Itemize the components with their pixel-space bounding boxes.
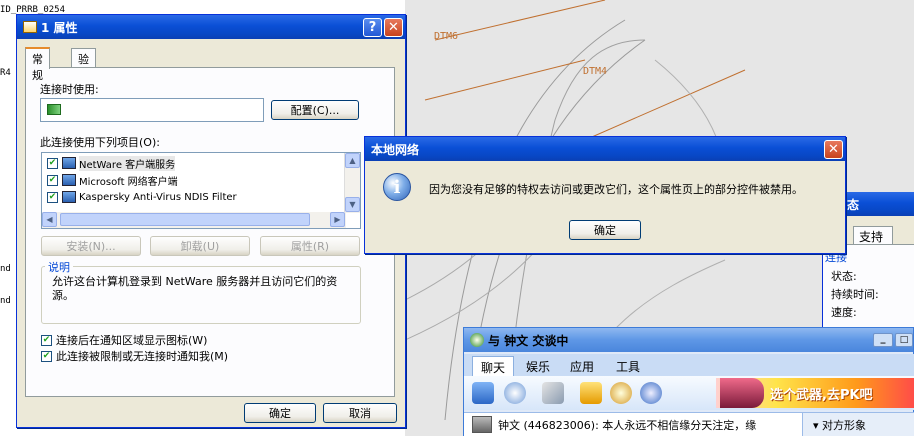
connection-properties-dialog: 1 属性 ? ✕ 常规 验证 连接时使用: 配置(C)... 此连接使用下列项目… xyxy=(16,14,406,428)
chat-message-row: 钟文 (446823006): 本人永远不相信缘分天注定，缘 ▾ 对方形象 xyxy=(464,412,914,436)
tab-authentication[interactable]: 验证 xyxy=(71,48,96,82)
scroll-right-icon[interactable]: ▶ xyxy=(330,212,345,227)
list-item[interactable]: ✔ NetWare 客户端服务 xyxy=(47,155,176,171)
uninstall-button[interactable]: 卸载(U) xyxy=(150,236,250,256)
show-icon-option[interactable]: ✔ 连接后在通知区域显示图标(W) xyxy=(41,332,207,348)
background-text: nd xyxy=(0,296,11,306)
notify-option[interactable]: ✔ 此连接被限制或无连接时通知我(M) xyxy=(41,348,228,364)
background-text: R4 xyxy=(0,68,11,78)
add-friend-icon[interactable] xyxy=(610,382,632,404)
network-adapter-icon xyxy=(47,104,61,115)
checkbox-icon[interactable]: ✔ xyxy=(47,174,58,186)
send-file-icon[interactable] xyxy=(542,382,564,404)
tab-apps[interactable]: 应用 xyxy=(562,356,602,376)
adapter-field xyxy=(40,98,264,122)
filter-driver-icon xyxy=(62,191,76,203)
background-text: nd xyxy=(0,264,11,274)
close-icon[interactable]: ✕ xyxy=(384,17,403,37)
status-field-label: 状态: xyxy=(831,270,857,283)
maximize-icon[interactable]: □ xyxy=(895,333,913,347)
horizontal-scrollbar[interactable]: ◀ ▶ xyxy=(42,212,346,228)
checkbox-icon[interactable]: ✔ xyxy=(47,157,58,169)
msg-ok-button[interactable]: 确定 xyxy=(569,220,641,240)
list-item-label: Microsoft 网络客户端 xyxy=(79,176,178,188)
tab-chat[interactable]: 聊天 xyxy=(472,356,515,376)
configure-button[interactable]: 配置(C)... xyxy=(271,100,359,120)
props-title-bar[interactable]: 1 属性 ? ✕ xyxy=(17,15,405,39)
description-text: 允许这台计算机登录到 NetWare 服务器并且访问它们的资源。 xyxy=(52,275,338,302)
vertical-scrollbar[interactable]: ▲ ▼ xyxy=(344,153,360,213)
notify-label: 此连接被限制或无连接时通知我(M) xyxy=(56,350,229,363)
police-icon[interactable] xyxy=(640,382,662,404)
cancel-button[interactable]: 取消 xyxy=(323,403,397,423)
show-icon-label: 连接后在通知区域显示图标(W) xyxy=(56,334,208,347)
checkbox-icon[interactable]: ✔ xyxy=(41,350,52,362)
chat-title: 与 钟文 交谈中 xyxy=(488,333,569,348)
video-chat-icon[interactable] xyxy=(472,382,494,404)
description-title: 说明 xyxy=(45,259,73,275)
checkbox-icon[interactable]: ✔ xyxy=(41,334,52,346)
tab-tools[interactable]: 工具 xyxy=(608,356,648,376)
webcam-icon[interactable] xyxy=(504,382,526,404)
network-client-icon xyxy=(62,174,76,186)
banner-text: 选个武器,去PK吧 xyxy=(770,387,873,403)
anime-character-image xyxy=(720,378,764,408)
close-icon[interactable]: ✕ xyxy=(824,139,843,159)
scroll-thumb[interactable] xyxy=(60,213,310,226)
tab-entertainment[interactable]: 娱乐 xyxy=(518,356,558,376)
minimize-icon[interactable]: _ xyxy=(873,333,893,347)
partner-image-label: 对方形象 xyxy=(822,419,867,432)
chat-title-bar[interactable]: 与 钟文 交谈中 _ □ xyxy=(464,328,913,352)
chat-message-text: 钟文 (446823006): 本人永远不相信缘分天注定，缘 xyxy=(498,419,757,432)
list-item-label: Kaspersky Anti-Virus NDIS Filter xyxy=(79,191,237,203)
props-title: 1 属性 xyxy=(41,20,78,35)
game-ad-banner[interactable]: 选个武器,去PK吧 xyxy=(716,378,914,408)
msg-title-bar[interactable]: 本地网络 ✕ xyxy=(365,137,845,161)
network-client-icon xyxy=(62,157,76,169)
chat-tabs: 聊天 娱乐 应用 工具 xyxy=(464,354,914,376)
tab-general[interactable]: 常规 xyxy=(25,47,50,82)
local-network-message-box: 本地网络 ✕ i 因为您没有足够的特权去访问或更改它们，这个属性页上的部分控件被… xyxy=(364,136,846,254)
avatar xyxy=(472,416,492,433)
scroll-down-icon[interactable]: ▼ xyxy=(345,197,360,212)
tab-support[interactable]: 支持 xyxy=(853,226,893,245)
properties-button[interactable]: 属性(R) xyxy=(260,236,360,256)
ok-button[interactable]: 确定 xyxy=(244,403,316,423)
dropdown-arrow-icon: ▾ xyxy=(813,419,823,432)
qq-logo-icon xyxy=(470,333,484,347)
chat-window: 与 钟文 交谈中 _ □ 聊天 娱乐 应用 工具 选个武器,去PK吧 钟文 (4… xyxy=(463,327,914,436)
msg-title: 本地网络 xyxy=(371,142,420,157)
info-icon: i xyxy=(383,173,411,201)
help-icon[interactable]: ? xyxy=(363,17,382,37)
status-panel: 连接 状态: 持续时间: 速度: xyxy=(823,244,914,332)
partner-image-toggle[interactable]: ▾ 对方形象 xyxy=(802,413,914,436)
dtm-label: DTM6 xyxy=(434,31,459,42)
dtm-label: DTM4 xyxy=(583,66,608,77)
list-item-label: NetWare 客户端服务 xyxy=(79,155,176,171)
list-item[interactable]: ✔ Microsoft 网络客户端 xyxy=(47,172,178,188)
list-item[interactable]: ✔ Kaspersky Anti-Virus NDIS Filter xyxy=(47,189,237,205)
speed-field-label: 速度: xyxy=(831,306,857,319)
duration-field-label: 持续时间: xyxy=(831,288,879,301)
scroll-up-icon[interactable]: ▲ xyxy=(345,153,360,168)
folder-icon[interactable] xyxy=(580,382,602,404)
checkbox-icon[interactable]: ✔ xyxy=(47,191,58,203)
scroll-left-icon[interactable]: ◀ xyxy=(42,212,57,227)
install-button[interactable]: 安装(N)... xyxy=(41,236,141,256)
network-connection-icon xyxy=(23,21,37,33)
connect-using-label: 连接时使用: xyxy=(40,83,99,96)
items-label: 此连接使用下列项目(O): xyxy=(40,136,160,149)
components-list[interactable]: ✔ NetWare 客户端服务 ✔ Microsoft 网络客户端 ✔ Kasp… xyxy=(41,152,361,229)
msg-text: 因为您没有足够的特权去访问或更改它们，这个属性页上的部分控件被禁用。 xyxy=(429,183,803,196)
